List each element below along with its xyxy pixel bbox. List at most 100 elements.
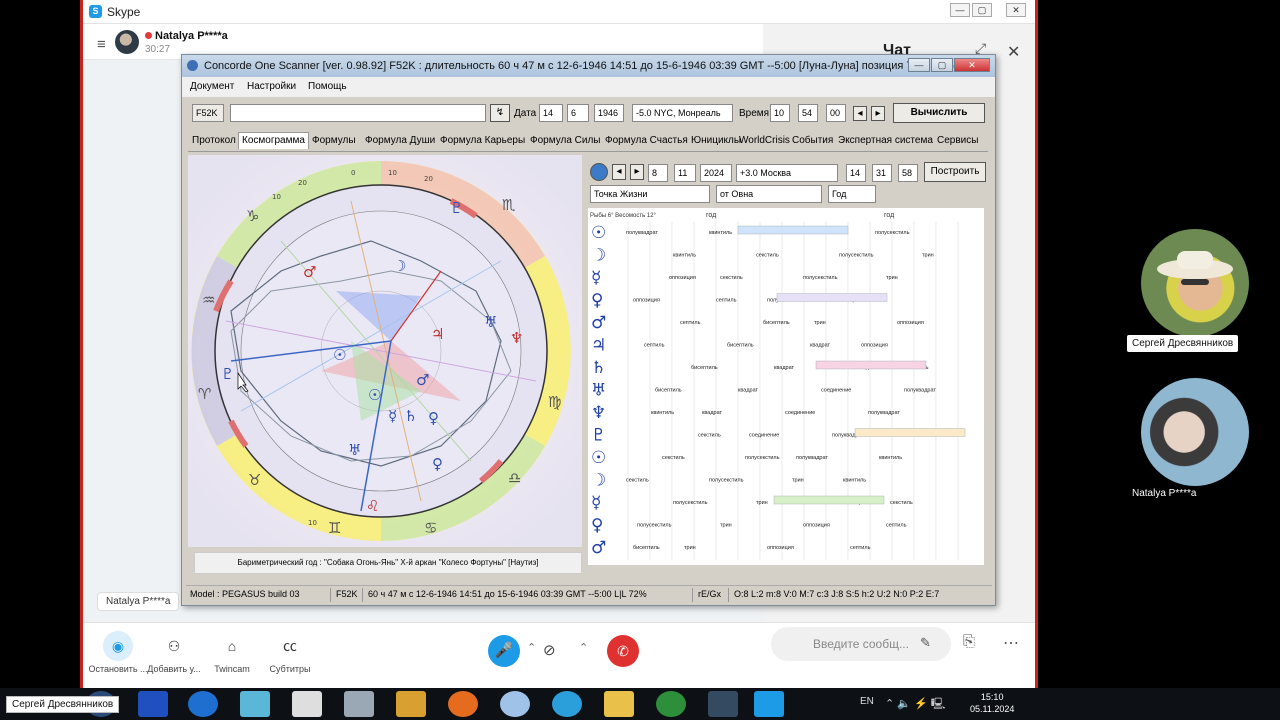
chevron-up-icon[interactable]: ⌃ (579, 641, 588, 654)
timezone-select[interactable]: +3.0 Москва (736, 164, 838, 182)
tab-power-formula[interactable]: Формула Силы (530, 135, 601, 146)
attach-file-icon[interactable]: ⎘ (963, 633, 975, 650)
call-controls: ◉ Остановить ... ⚇ Добавить у... ⌂ Twincam … (83, 622, 1035, 685)
telegram-icon[interactable] (552, 691, 582, 717)
year-field[interactable]: 1946 (594, 104, 624, 122)
point-select[interactable]: Точка Жизни (590, 185, 710, 203)
torrent-icon[interactable] (656, 691, 686, 717)
time-label: Время (739, 108, 770, 119)
menu-help[interactable]: Помощь (308, 81, 347, 92)
year-field[interactable]: 2024 (700, 164, 732, 182)
aspect-label: оппозиция (803, 523, 830, 529)
tab-career-formula[interactable]: Формула Карьеры (440, 135, 525, 146)
globe-icon[interactable] (590, 163, 608, 181)
app-icon[interactable] (708, 691, 738, 717)
minimize-button[interactable]: — (908, 58, 930, 72)
menu-bar: Документ Настройки Помощь (182, 77, 995, 97)
app-icon[interactable] (240, 691, 270, 717)
calculator-icon[interactable] (344, 691, 374, 717)
tab-events[interactable]: События (792, 135, 833, 146)
chevron-up-icon[interactable]: ⌃ (527, 641, 536, 654)
app-icon[interactable] (396, 691, 426, 717)
clock[interactable]: 15:10 05.11.2024 (970, 691, 1014, 715)
svg-text:20: 20 (424, 175, 433, 183)
day-field[interactable]: 8 (648, 164, 668, 182)
tab-soul-formula[interactable]: Формула Души (365, 135, 435, 146)
tab-protocol[interactable]: Протокол (192, 135, 236, 146)
period-select[interactable]: Год (828, 185, 876, 203)
timezone-select[interactable]: -5.0 NYC, Монреаль (632, 104, 733, 122)
tab-unicycles[interactable]: Юнициклы (691, 135, 741, 146)
chart-year-label: год (884, 212, 894, 219)
chart-year-label: год (706, 212, 716, 219)
minute-field[interactable]: 54 (798, 104, 818, 122)
status-stats: O:8 L:2 m:8 V:0 M:7 c:3 J:8 S:5 h:2 U:2 … (734, 589, 940, 599)
app-icon[interactable] (138, 691, 168, 717)
tab-expert-system[interactable]: Экспертная система (838, 135, 933, 146)
month-field[interactable]: 6 (567, 104, 589, 122)
tray-icons[interactable]: ⌃ 🔈 ⚡ 🖳 (885, 695, 945, 714)
jupiter-glyph: ♃ (431, 325, 444, 343)
pen-icon[interactable]: ✎ (920, 635, 931, 651)
second-field[interactable]: 58 (898, 164, 918, 182)
menu-settings[interactable]: Настройки (247, 81, 296, 92)
pick-icon[interactable]: ↯ (490, 104, 510, 122)
gemini-glyph: ♊ (328, 519, 341, 537)
aspect-label: полусекстиль (875, 230, 910, 236)
maximize-button[interactable]: ▢ (931, 58, 953, 72)
minute-field[interactable]: 31 (872, 164, 892, 182)
mic-button[interactable]: 🎤 (488, 635, 520, 667)
menu-document[interactable]: Документ (190, 81, 234, 92)
status-model: Model : PEGASUS build 03 (190, 589, 300, 599)
sun2-glyph: ☉ (368, 386, 381, 404)
month-field[interactable]: 11 (674, 164, 696, 182)
name-field[interactable] (230, 104, 486, 122)
hour-field[interactable]: 10 (770, 104, 790, 122)
libra-glyph: ♎ (508, 469, 521, 487)
app-icon[interactable] (292, 691, 322, 717)
folder-icon[interactable] (604, 691, 634, 717)
maximize-button[interactable]: ▢ (972, 3, 992, 17)
tab-happiness-formula[interactable]: Формула Счастья (605, 135, 688, 146)
more-icon[interactable]: ⋯ (1003, 633, 1019, 653)
language-indicator[interactable]: EN (860, 696, 874, 707)
day-field[interactable]: 14 (539, 104, 563, 122)
aspect-label: квинтиль (651, 410, 674, 416)
subtitles-button[interactable]: ㏄ Субтитры (255, 631, 325, 674)
aspect-bar (773, 495, 885, 505)
aspect-label: бисептиль (633, 545, 660, 551)
aspect-bar (854, 428, 966, 437)
app-icon[interactable] (500, 691, 530, 717)
avatar[interactable] (115, 30, 139, 54)
aspect-label: оппозиция (767, 545, 794, 551)
participant-video[interactable] (1141, 378, 1249, 486)
from-select[interactable]: от Овна (716, 185, 822, 203)
build-button[interactable]: Построить (924, 162, 986, 182)
prev-button[interactable]: ◂ (853, 106, 867, 121)
aspect-label: квадрат (702, 410, 723, 416)
aspect-label: квинтиль (673, 253, 696, 259)
prev-button[interactable]: ◂ (612, 164, 626, 180)
calculate-button[interactable]: Вычислить (893, 103, 985, 123)
minimize-button[interactable]: — (950, 3, 970, 17)
firefox-icon[interactable] (448, 691, 478, 717)
skype-icon[interactable] (754, 691, 784, 717)
video-off-button[interactable]: ⊘ (543, 641, 556, 659)
app-icon[interactable] (188, 691, 218, 717)
end-call-button[interactable]: ✆ (607, 635, 639, 667)
tab-worldcrisis[interactable]: WorldCrisis (739, 135, 790, 146)
menu-icon[interactable]: ≡ (97, 36, 106, 53)
tab-formulas[interactable]: Формулы (312, 135, 356, 146)
code-field[interactable]: F52K (192, 104, 224, 122)
next-button[interactable]: ▸ (871, 106, 885, 121)
close-chat-icon[interactable]: ✕ (1007, 42, 1020, 62)
participant-video[interactable] (1141, 229, 1249, 337)
tab-cosmogram[interactable]: Космограмма (238, 132, 309, 149)
tab-services[interactable]: Сервисы (937, 135, 978, 146)
second-field[interactable]: 00 (826, 104, 846, 122)
close-button[interactable]: ✕ (954, 58, 990, 72)
planet-glyph: ♀ (591, 516, 603, 536)
hour-field[interactable]: 14 (846, 164, 866, 182)
close-button[interactable]: ✕ (1006, 3, 1026, 17)
next-button[interactable]: ▸ (630, 164, 644, 180)
